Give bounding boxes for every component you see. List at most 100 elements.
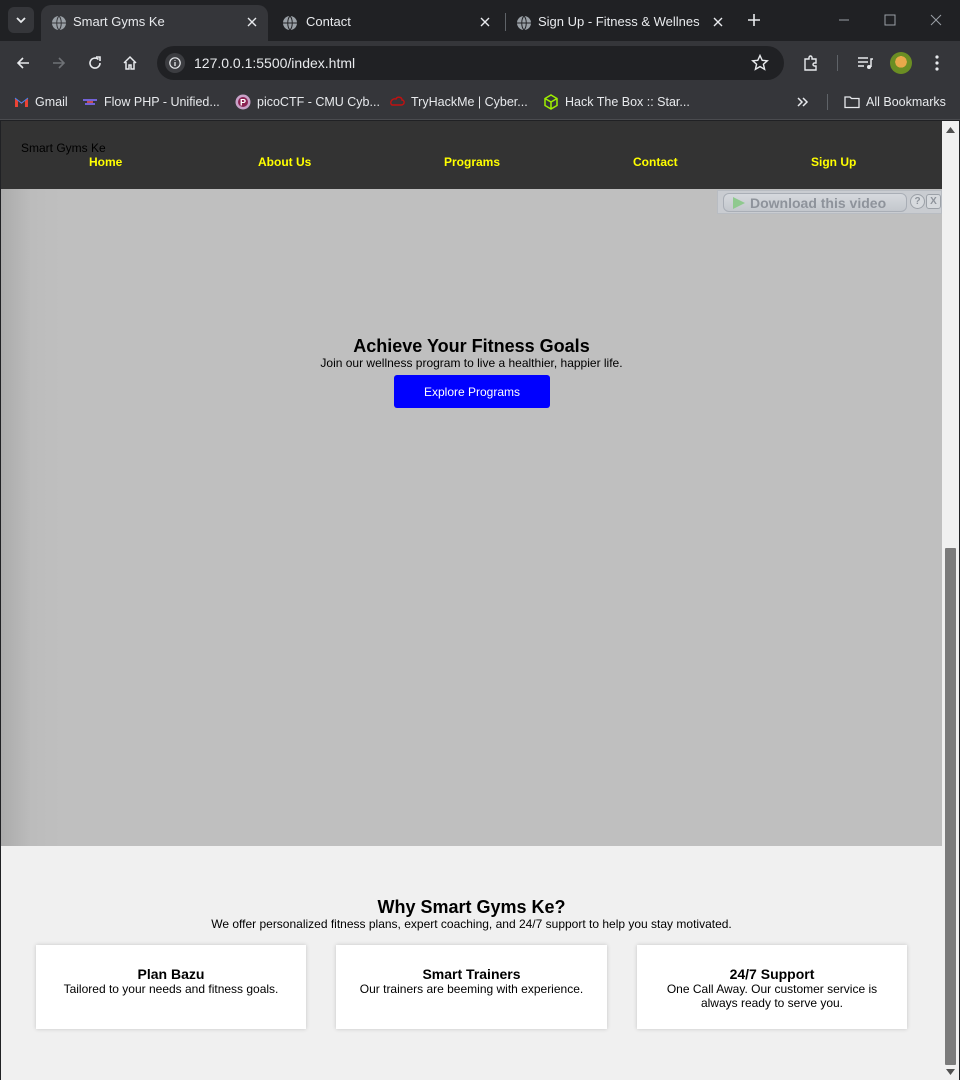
feature-card-text: One Call Away. Our customer service is a… xyxy=(666,982,878,1010)
chevron-down-icon xyxy=(16,17,26,24)
svg-text:P: P xyxy=(240,98,246,108)
bookmark-label: Flow PHP - Unified... xyxy=(104,95,220,109)
feature-card-title: 24/7 Support xyxy=(729,966,815,982)
explore-programs-button[interactable]: Explore Programs xyxy=(394,375,550,408)
nav-programs-link[interactable]: Programs xyxy=(444,155,500,169)
bookmarks-separator xyxy=(827,94,828,110)
address-bar[interactable]: 127.0.0.1:5500/index.html xyxy=(157,46,784,80)
home-icon xyxy=(123,55,137,70)
feature-card-text: Tailored to your needs and fitness goals… xyxy=(63,982,279,996)
home-button[interactable] xyxy=(118,51,142,75)
feature-card-title: Plan Bazu xyxy=(137,966,205,982)
maximize-button[interactable] xyxy=(880,10,900,30)
bookmark-hackthebox[interactable]: Hack The Box :: Star... xyxy=(543,93,690,111)
plus-icon xyxy=(748,14,760,26)
tab-smart-gyms[interactable]: Smart Gyms Ke xyxy=(41,5,268,41)
download-video-label: Download this video xyxy=(750,194,887,211)
bookmarks-overflow-button[interactable] xyxy=(796,93,810,111)
play-icon xyxy=(733,197,745,209)
scroll-down-arrow-icon[interactable] xyxy=(946,1067,955,1076)
close-tab-icon[interactable] xyxy=(476,13,494,31)
tab-title: Sign Up - Fitness & Wellness C xyxy=(538,14,700,29)
bookmark-label: Hack The Box :: Star... xyxy=(565,95,690,109)
bookmark-label: picoCTF - CMU Cyb... xyxy=(257,95,380,109)
tab-strip: Smart Gyms Ke Contact Sign Up - Fitness … xyxy=(0,0,960,41)
back-button[interactable] xyxy=(11,51,35,75)
close-tab-icon[interactable] xyxy=(709,13,727,31)
tab-title: Contact xyxy=(306,14,351,29)
scroll-up-arrow-icon[interactable] xyxy=(946,125,955,134)
reload-button[interactable] xyxy=(83,51,107,75)
bookmarks-bar: Gmail Flow PHP - Unified... P picoCTF - … xyxy=(0,85,960,120)
media-controls-button[interactable] xyxy=(853,51,877,75)
feature-card: Plan Bazu Tailored to your needs and fit… xyxy=(36,945,306,1029)
nav-contact-link[interactable]: Contact xyxy=(633,155,678,169)
close-icon[interactable]: X xyxy=(926,194,941,209)
hero-subtitle: Join our wellness program to live a heal… xyxy=(320,356,623,370)
puzzle-icon xyxy=(804,55,817,71)
profile-avatar[interactable] xyxy=(890,52,912,74)
globe-icon xyxy=(283,15,297,31)
video-download-bar: Download this video ? X xyxy=(717,190,942,214)
globe-icon xyxy=(52,15,66,31)
new-tab-button[interactable] xyxy=(744,10,764,30)
help-icon[interactable]: ? xyxy=(910,194,925,209)
scrollbar-thumb[interactable] xyxy=(945,548,956,1065)
toolbar-separator xyxy=(837,55,838,71)
arrow-right-icon xyxy=(53,57,66,69)
features-intro: We offer personalized fitness plans, exp… xyxy=(211,917,732,931)
globe-icon xyxy=(517,15,531,31)
bookmark-tryhackme[interactable]: TryHackMe | Cyber... xyxy=(389,93,528,111)
playlist-icon xyxy=(858,57,873,69)
tab-search-button[interactable] xyxy=(8,7,34,33)
features-section: Why Smart Gyms Ke? We offer personalized… xyxy=(1,846,942,1080)
browser-toolbar: 127.0.0.1:5500/index.html xyxy=(0,41,960,85)
reload-icon xyxy=(89,56,101,69)
nav-about-link[interactable]: About Us xyxy=(258,155,311,169)
minimize-button[interactable] xyxy=(834,10,854,30)
close-tab-icon[interactable] xyxy=(243,13,261,31)
bookmark-gmail[interactable]: Gmail xyxy=(13,93,68,111)
close-window-button[interactable] xyxy=(926,10,946,30)
forward-button[interactable] xyxy=(47,51,71,75)
page-scrollbar[interactable] xyxy=(942,121,959,1080)
gmail-icon xyxy=(13,94,29,110)
hero-section: Achieve Your Fitness Goals Join our well… xyxy=(1,189,942,846)
tab-contact[interactable]: Contact xyxy=(272,5,500,41)
all-bookmarks-label: All Bookmarks xyxy=(866,95,946,109)
hackthebox-icon xyxy=(543,94,559,110)
picoctf-icon: P xyxy=(235,94,251,110)
download-video-button[interactable]: Download this video xyxy=(723,193,907,212)
features-title: Why Smart Gyms Ke? xyxy=(377,897,566,917)
bookmark-label: TryHackMe | Cyber... xyxy=(411,95,528,109)
site-logo: Smart Gyms Ke xyxy=(21,141,106,155)
all-bookmarks-button[interactable]: All Bookmarks xyxy=(844,93,946,111)
bookmark-flow-php[interactable]: Flow PHP - Unified... xyxy=(82,93,220,111)
tab-title: Smart Gyms Ke xyxy=(73,14,165,29)
url-text: 127.0.0.1:5500/index.html xyxy=(194,55,356,71)
tryhackme-icon xyxy=(389,94,405,110)
minimize-icon xyxy=(839,19,849,21)
bookmark-star-icon[interactable] xyxy=(751,54,769,72)
kebab-menu-icon xyxy=(935,55,939,71)
feature-card-title: Smart Trainers xyxy=(422,966,521,982)
nav-home-link[interactable]: Home xyxy=(89,155,122,169)
page-viewport: Smart Gyms Ke Home About Us Programs Con… xyxy=(1,121,942,1080)
menu-button[interactable] xyxy=(925,51,949,75)
site-header: Smart Gyms Ke Home About Us Programs Con… xyxy=(1,121,942,189)
feature-card: Smart Trainers Our trainers are beeming … xyxy=(336,945,607,1029)
double-chevron-right-icon xyxy=(797,97,809,107)
bookmark-label: Gmail xyxy=(35,95,68,109)
site-info-icon[interactable] xyxy=(165,53,185,73)
feature-card: 24/7 Support One Call Away. Our customer… xyxy=(637,945,907,1029)
bookmark-picoctf[interactable]: P picoCTF - CMU Cyb... xyxy=(235,93,380,111)
feature-card-text: Our trainers are beeming with experience… xyxy=(359,982,584,996)
nav-signup-link[interactable]: Sign Up xyxy=(811,155,856,169)
close-icon xyxy=(930,14,942,26)
hero-title: Achieve Your Fitness Goals xyxy=(353,336,590,356)
flow-php-icon xyxy=(82,94,98,110)
maximize-icon xyxy=(884,14,896,26)
folder-icon xyxy=(844,94,860,110)
tab-sign-up[interactable]: Sign Up - Fitness & Wellness C xyxy=(506,5,734,41)
extensions-button[interactable] xyxy=(799,51,823,75)
